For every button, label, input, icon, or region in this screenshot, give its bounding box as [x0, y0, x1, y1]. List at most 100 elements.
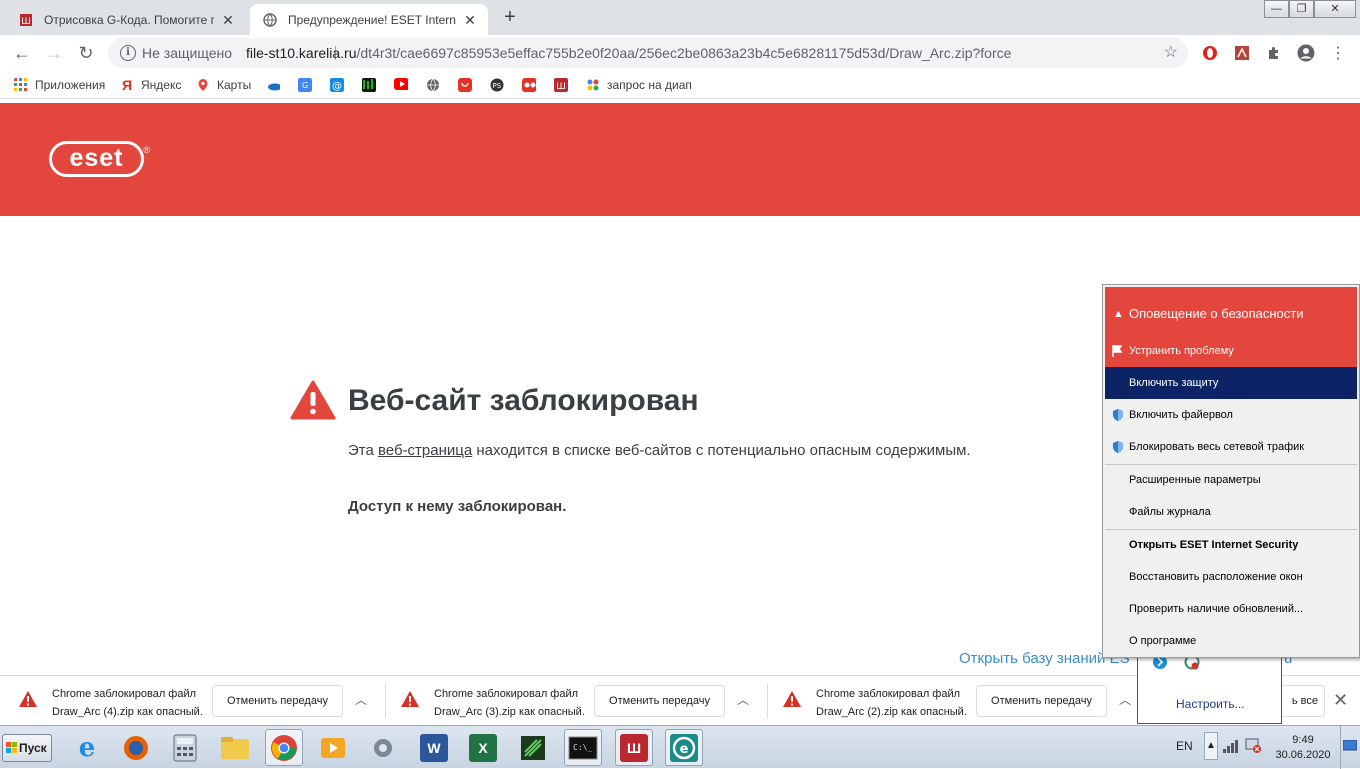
warning-icon [19, 691, 37, 707]
bookmark-globe[interactable] [426, 76, 447, 94]
menu-item-enable-firewall[interactable]: Включить файервол [1105, 399, 1357, 431]
bookmark-request[interactable]: запрос на диап [586, 76, 692, 94]
svg-text:PS: PS [493, 82, 502, 90]
taskbar-eset[interactable]: e [665, 729, 703, 766]
menu-item-about[interactable]: О программе [1105, 625, 1357, 657]
network-icon[interactable] [1244, 736, 1262, 754]
bookmark-translate[interactable]: G [298, 76, 319, 94]
chevron-up-icon[interactable]: ︿ [1119, 691, 1131, 708]
mi-icon: Ш [554, 78, 568, 92]
cancel-transfer-button[interactable]: Отменить передачу [212, 685, 343, 717]
download-item[interactable]: Chrome заблокировал файл Draw_Arc (3).zip… [382, 676, 768, 726]
extensions-puzzle-icon[interactable] [1264, 43, 1284, 63]
menu-item-check-updates[interactable]: Проверить наличие обновлений... [1105, 593, 1357, 625]
menu-item-fix-problem[interactable]: Устранить проблему [1105, 335, 1357, 367]
taskbar-settings[interactable] [364, 729, 402, 766]
taskbar-sketchup[interactable] [514, 729, 552, 766]
webpage-link[interactable]: веб-страница [378, 442, 472, 459]
mi-favicon-icon: Ш [18, 12, 34, 28]
ps-icon: PS [490, 78, 504, 92]
bookmark-star-icon[interactable]: ☆ [1164, 38, 1178, 68]
bookmark-label: Карты [217, 78, 252, 92]
configure-link[interactable]: Настроить... [1176, 697, 1245, 711]
bookmark-maps[interactable]: Карты [196, 76, 251, 94]
bookmarks-bar: Приложения Я Яндекс Карты G @ PS Ш запро… [0, 71, 1360, 99]
pdf-ext-icon[interactable] [1232, 43, 1252, 63]
menu-item-enable-protection[interactable]: Включить защиту [1105, 367, 1357, 399]
bookmark-yandex[interactable]: Я Яндекс [120, 76, 181, 94]
svg-text:Ш: Ш [556, 82, 566, 92]
reload-icon[interactable]: ↻ [74, 41, 98, 65]
word-icon: W [420, 733, 448, 762]
show-all-button[interactable]: ь все [1281, 685, 1325, 717]
language-indicator[interactable]: EN [1176, 739, 1193, 753]
taskbar-word[interactable]: W [415, 729, 453, 766]
taskbar-media[interactable] [314, 729, 352, 766]
download-item[interactable]: Chrome заблокировал файл Draw_Arc (4).zip… [0, 676, 386, 726]
back-arrow-icon[interactable]: ← [10, 41, 34, 65]
menu-item-block-traffic[interactable]: Блокировать весь сетевой трафик [1105, 431, 1357, 463]
close-shelf-icon[interactable]: ✕ [1333, 690, 1348, 711]
menu-kebab-icon[interactable]: ⋮ [1328, 43, 1348, 63]
download-item[interactable]: Chrome заблокировал файл Draw_Arc (2).zip… [764, 676, 1146, 726]
tray-expand-arrow-icon[interactable]: ▲ [1204, 732, 1218, 760]
taskbar-firefox[interactable] [117, 729, 155, 766]
clock[interactable]: 9:49 30.06.2020 [1273, 733, 1333, 763]
matrix-icon [362, 78, 376, 92]
menu-item-advanced-settings[interactable]: Расширенные параметры [1105, 464, 1357, 496]
cancel-transfer-button[interactable]: Отменить передачу [976, 685, 1107, 717]
menu-item-restore-windows[interactable]: Восстановить расположение окон [1105, 561, 1357, 593]
url-text[interactable]: file-st10.karelia.ru/dt4r3t/cae6697c8595… [246, 38, 1011, 68]
close-window-button[interactable]: ✕ [1314, 0, 1356, 18]
taskbar-explorer[interactable] [216, 729, 254, 766]
bookmark-ps[interactable]: PS [490, 76, 511, 94]
new-tab-button[interactable]: + [498, 6, 522, 30]
bookmark-quiz[interactable] [522, 76, 543, 94]
info-icon[interactable]: i [120, 45, 136, 61]
minimize-button[interactable]: — [1264, 0, 1289, 18]
svg-text:G: G [302, 81, 308, 90]
page-title: Веб-сайт заблокирован [348, 384, 699, 417]
desc-text: находится в списке веб-сайтов с потенциа… [472, 442, 971, 459]
profile-avatar-icon[interactable] [1296, 43, 1316, 63]
taskbar-chrome[interactable] [265, 729, 303, 766]
taskbar-mi[interactable]: Ш [615, 729, 653, 766]
show-desktop-button[interactable] [1340, 726, 1360, 769]
aliexpress-icon [458, 78, 472, 92]
bookmark-youtube[interactable] [394, 76, 415, 94]
calculator-icon [173, 734, 197, 761]
logo-registered-mark: ® [143, 145, 151, 155]
desc-text: Эта [348, 442, 378, 459]
tab-close-icon[interactable]: ✕ [220, 12, 236, 28]
url-path: /dt4r3t/cae6697c85953e5effac755b2e0f20aa… [356, 45, 1012, 61]
bookmark-mi[interactable]: Ш [554, 76, 575, 94]
bookmark-label: запрос на диап [607, 78, 692, 92]
taskbar-ie[interactable]: e [68, 729, 106, 766]
taskbar-calculator[interactable] [166, 729, 204, 766]
restore-button[interactable]: ❐ [1289, 0, 1314, 18]
opera-ext-icon[interactable] [1200, 43, 1220, 63]
menu-item-label: Расширенные параметры [1129, 474, 1261, 486]
bookmark-matrix[interactable] [362, 76, 383, 94]
cancel-transfer-button[interactable]: Отменить передачу [594, 685, 725, 717]
menu-item-open-eset[interactable]: Открыть ESET Internet Security [1105, 529, 1357, 561]
signal-bars-icon[interactable] [1222, 738, 1240, 754]
chevron-up-icon[interactable]: ︿ [355, 691, 367, 708]
tab-gcode[interactable]: Ш Отрисовка G-Кода. Помогите прав ✕ [6, 4, 246, 35]
explorer-icon [221, 736, 249, 759]
address-bar[interactable]: i Не защищено file-st10.karelia.ru/dt4r3… [108, 38, 1188, 68]
bookmark-onedrive[interactable] [266, 76, 287, 94]
bookmark-aliexpress[interactable] [458, 76, 479, 94]
taskbar-cmd[interactable]: C:\_ [564, 729, 602, 766]
bookmark-apps[interactable]: Приложения [14, 76, 105, 94]
start-button[interactable]: Пуск [2, 734, 52, 762]
chevron-up-icon[interactable]: ︿ [737, 691, 749, 708]
taskbar-excel[interactable]: X [464, 729, 502, 766]
bookmark-mail[interactable]: @ [330, 76, 351, 94]
clock-time: 9:49 [1292, 734, 1314, 746]
tab-eset-warning[interactable]: Предупреждение! ESET Internet Se ✕ [250, 4, 488, 35]
security-label[interactable]: Не защищено [142, 38, 232, 68]
tab-close-icon[interactable]: ✕ [462, 12, 478, 28]
forward-arrow-icon[interactable]: → [42, 41, 66, 65]
menu-item-log-files[interactable]: Файлы журнала [1105, 496, 1357, 528]
